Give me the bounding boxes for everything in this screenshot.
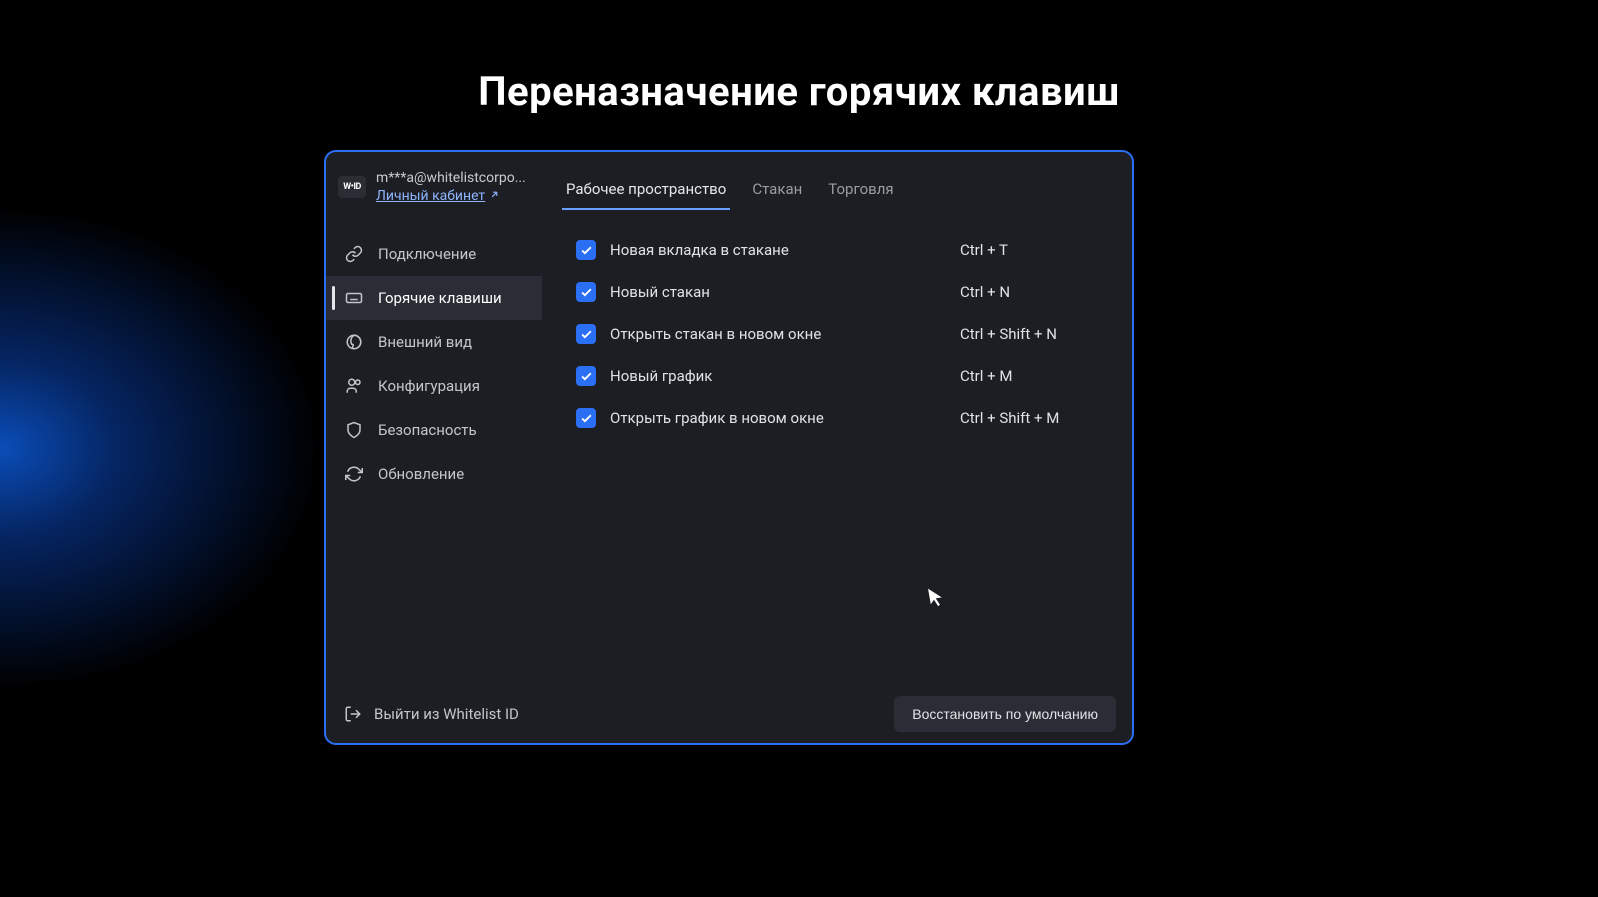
hotkey-row: Открыть график в новом окне Ctrl + Shift… [564, 398, 1112, 438]
sidebar-item-update[interactable]: Обновление [326, 452, 542, 496]
tab-glass[interactable]: Стакан [752, 180, 802, 210]
sidebar-item-label: Внешний вид [378, 333, 472, 351]
sidebar-item-configuration[interactable]: Конфигурация [326, 364, 542, 408]
sidebar-item-label: Обновление [378, 465, 464, 483]
topbar: W•ID m***a@whitelistcorpo... Личный каби… [326, 152, 1132, 214]
hotkey-label: Новый график [610, 367, 946, 385]
refresh-icon [344, 464, 364, 484]
app-logo: W•ID [338, 176, 366, 198]
link-icon [344, 244, 364, 264]
keyboard-icon [344, 288, 364, 308]
logout-icon [344, 705, 362, 723]
account-block: m***a@whitelistcorpo... Личный кабинет [376, 170, 526, 204]
logout-button[interactable]: Выйти из Whitelist ID [344, 705, 519, 723]
account-link[interactable]: Личный кабинет [376, 188, 526, 204]
sidebar-item-appearance[interactable]: Внешний вид [326, 320, 542, 364]
users-icon [344, 376, 364, 396]
hotkey-checkbox[interactable] [576, 366, 596, 386]
page-title: Переназначение горячих клавиш [0, 0, 1598, 115]
hotkey-checkbox[interactable] [576, 324, 596, 344]
hotkey-row: Открыть стакан в новом окне Ctrl + Shift… [564, 314, 1112, 354]
sidebar-item-connection[interactable]: Подключение [326, 232, 542, 276]
settings-window: W•ID m***a@whitelistcorpo... Личный каби… [324, 150, 1134, 745]
hotkey-keys[interactable]: Ctrl + N [960, 283, 1100, 301]
hotkey-keys[interactable]: Ctrl + Shift + N [960, 325, 1100, 343]
sidebar-item-label: Подключение [378, 245, 476, 263]
tabs: Рабочее пространство Стакан Торговля [566, 180, 894, 210]
hotkey-checkbox[interactable] [576, 282, 596, 302]
hotkey-keys[interactable]: Ctrl + T [960, 241, 1100, 259]
logo-block: W•ID m***a@whitelistcorpo... Личный каби… [338, 166, 526, 204]
sidebar: Подключение Горячие клавиши Внешний вид … [326, 214, 542, 685]
hotkey-label: Новая вкладка в стакане [610, 241, 946, 259]
sidebar-item-security[interactable]: Безопасность [326, 408, 542, 452]
external-link-icon [489, 189, 500, 203]
hotkey-checkbox[interactable] [576, 408, 596, 428]
hotkey-keys[interactable]: Ctrl + M [960, 367, 1100, 385]
sidebar-item-label: Безопасность [378, 421, 477, 439]
sidebar-item-hotkeys[interactable]: Горячие клавиши [326, 276, 542, 320]
reset-defaults-button[interactable]: Восстановить по умолчанию [894, 696, 1116, 732]
hotkey-row: Новый стакан Ctrl + N [564, 272, 1112, 312]
tab-workspace[interactable]: Рабочее пространство [566, 180, 726, 210]
sidebar-item-label: Конфигурация [378, 377, 480, 395]
tab-trading[interactable]: Торговля [828, 180, 893, 210]
window-body: Подключение Горячие клавиши Внешний вид … [326, 214, 1132, 685]
hotkey-keys[interactable]: Ctrl + Shift + M [960, 409, 1100, 427]
palette-icon [344, 332, 364, 352]
shield-icon [344, 420, 364, 440]
hotkey-row: Новая вкладка в стакане Ctrl + T [564, 230, 1112, 270]
account-link-label: Личный кабинет [376, 188, 485, 204]
footer: Выйти из Whitelist ID Восстановить по ум… [326, 685, 1132, 743]
hotkey-checkbox[interactable] [576, 240, 596, 260]
logout-label: Выйти из Whitelist ID [374, 705, 519, 723]
hotkeys-list: Новая вкладка в стакане Ctrl + T Новый с… [542, 214, 1132, 685]
hotkey-row: Новый график Ctrl + M [564, 356, 1112, 396]
hotkey-label: Новый стакан [610, 283, 946, 301]
account-email: m***a@whitelistcorpo... [376, 170, 526, 186]
hotkey-label: Открыть стакан в новом окне [610, 325, 946, 343]
hotkey-label: Открыть график в новом окне [610, 409, 946, 427]
sidebar-item-label: Горячие клавиши [378, 289, 502, 307]
